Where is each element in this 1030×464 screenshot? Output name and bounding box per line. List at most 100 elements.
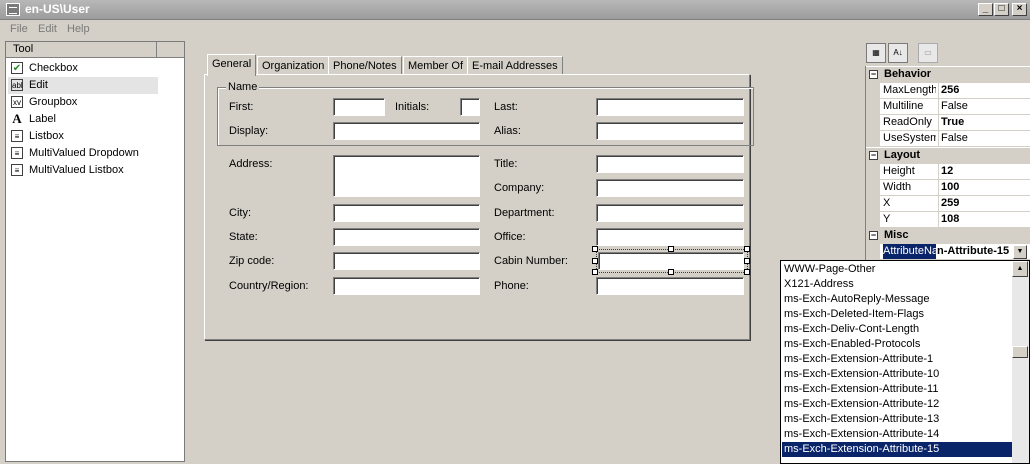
tab-organization[interactable]: Organization (257, 56, 330, 76)
property-value[interactable]: 259 (938, 196, 1030, 211)
menu-help[interactable]: Help (67, 23, 90, 35)
first-input[interactable] (333, 98, 385, 116)
display-input[interactable] (333, 122, 480, 140)
groupbox-icon: xv (11, 96, 23, 108)
property-value[interactable]: 100 (938, 180, 1030, 195)
dropdown-option[interactable]: WWW-Page-Other (782, 262, 1013, 277)
dropdown-scrollbar[interactable]: ▲ (1012, 261, 1029, 463)
property-row-usesystem[interactable]: UseSystem False (866, 131, 1030, 147)
address-input[interactable] (333, 155, 480, 197)
country-region-input[interactable] (333, 277, 480, 295)
resize-handle[interactable] (668, 246, 674, 252)
property-row-maxlength[interactable]: MaxLength 256 (866, 83, 1030, 99)
dropdown-arrow-icon[interactable]: ▼ (1013, 245, 1027, 259)
property-name: Y (883, 213, 891, 225)
tab-email-addresses[interactable]: E-mail Addresses (467, 56, 563, 76)
minimize-button[interactable]: _ (978, 3, 993, 16)
dropdown-option[interactable]: ms-Exch-Extension-Attribute-12 (782, 397, 1013, 412)
tool-item-listbox[interactable]: ≡ Listbox (8, 128, 158, 145)
collapse-icon[interactable]: − (869, 70, 878, 79)
category-behavior[interactable]: − Behavior (866, 67, 1030, 83)
tool-item-edit[interactable]: abl Edit (8, 77, 158, 94)
property-name: ReadOnly (883, 116, 932, 128)
property-row-width[interactable]: Width 100 (866, 180, 1030, 196)
dropdown-option[interactable]: ms-Exch-Extension-Attribute-10 (782, 367, 1013, 382)
state-input[interactable] (333, 228, 480, 246)
alias-input[interactable] (596, 122, 744, 140)
tool-item-groupbox[interactable]: xv Groupbox (8, 94, 158, 111)
last-input[interactable] (596, 98, 744, 116)
property-row-x[interactable]: X 259 (866, 196, 1030, 212)
tool-item-label: Checkbox (29, 62, 78, 74)
initials-input[interactable] (460, 98, 480, 116)
menu-file[interactable]: File (10, 23, 28, 35)
collapse-icon[interactable]: − (869, 231, 878, 240)
department-input[interactable] (596, 204, 744, 222)
property-pages-icon[interactable]: ▭ (918, 43, 938, 63)
dropdown-option[interactable]: ms-Exch-Extension-Attribute-13 (782, 412, 1013, 427)
categorized-view-icon[interactable]: ▦ (866, 43, 886, 63)
resize-handle[interactable] (744, 269, 750, 275)
company-input[interactable] (596, 179, 744, 197)
attribute-dropdown-list[interactable]: WWW-Page-Other X121-Address ms-Exch-AutoRe… (780, 260, 1030, 464)
dropdown-option[interactable]: ms-Exch-Extension-Attribute-15 (782, 442, 1013, 457)
resize-handle[interactable] (592, 246, 598, 252)
category-layout[interactable]: − Layout (866, 148, 1030, 164)
collapse-icon[interactable]: − (869, 151, 878, 160)
dropdown-option[interactable]: ms-Exch-Extension-Attribute-1 (782, 352, 1013, 367)
resize-handle[interactable] (592, 258, 598, 264)
property-value[interactable]: False (938, 131, 1030, 146)
resize-handle[interactable] (744, 258, 750, 264)
property-row-multiline[interactable]: Multiline False (866, 99, 1030, 115)
resize-handle[interactable] (668, 269, 674, 275)
resize-handle[interactable] (592, 269, 598, 275)
tab-member-of[interactable]: Member Of (403, 56, 469, 76)
resize-handle[interactable] (744, 246, 750, 252)
property-value[interactable]: 108 (938, 212, 1030, 227)
title-input[interactable] (596, 155, 744, 173)
maximize-button[interactable]: □ (994, 3, 1009, 16)
attributename-value-input[interactable]: n-Attribute-15 (937, 245, 1012, 259)
close-button[interactable]: × (1012, 3, 1027, 16)
city-input[interactable] (333, 204, 480, 222)
property-value[interactable]: False (938, 99, 1030, 114)
property-value[interactable]: 12 (938, 164, 1030, 179)
dropdown-option[interactable]: ms-Exch-Deleted-Item-Flags (782, 307, 1013, 322)
tool-item-checkbox[interactable]: ✔ Checkbox (8, 60, 158, 77)
dropdown-option[interactable]: ms-Exch-AutoReply-Message (782, 292, 1013, 307)
dropdown-option[interactable]: ms-Exch-Extension-Attribute-14 (782, 427, 1013, 442)
alias-label: Alias: (494, 125, 521, 137)
dropdown-option[interactable]: ms-Exch-Deliv-Cont-Length (782, 322, 1013, 337)
category-misc[interactable]: − Misc (866, 228, 1030, 244)
property-row-y[interactable]: Y 108 (866, 212, 1030, 228)
alphabetical-sort-icon[interactable]: A↓ (888, 43, 908, 63)
property-name: UseSystem (883, 132, 936, 144)
scroll-up-icon[interactable]: ▲ (1012, 261, 1028, 277)
phone-input[interactable] (596, 277, 744, 295)
property-value[interactable]: True (938, 115, 1030, 130)
tool-item-multivalued-listbox[interactable]: ≡ MultiValued Listbox (8, 162, 158, 179)
zip-code-input[interactable] (333, 252, 480, 270)
tool-item-multivalued-dropdown[interactable]: ≡ MultiValued Dropdown (8, 145, 158, 162)
menu-edit[interactable]: Edit (38, 23, 57, 35)
dropdown-option[interactable]: ms-Exch-Extension-Attribute-11 (782, 382, 1013, 397)
dropdown-option[interactable]: ms-Exch-Enabled-Protocols (782, 337, 1013, 352)
property-name: Height (883, 165, 915, 177)
property-name: MaxLength (883, 84, 936, 96)
office-input[interactable] (596, 228, 744, 246)
menu-bar: File Edit Help (0, 20, 1030, 40)
property-value[interactable]: 256 (938, 83, 1030, 98)
tab-phone-notes[interactable]: Phone/Notes (328, 56, 402, 76)
dropdown-option[interactable]: X121-Address (782, 277, 1013, 292)
tool-column-header[interactable]: Tool (6, 42, 184, 58)
tool-item-label[interactable]: A Label (8, 111, 158, 128)
scroll-thumb[interactable] (1012, 346, 1028, 358)
tool-item-label: MultiValued Listbox (29, 164, 124, 176)
property-row-height[interactable]: Height 12 (866, 164, 1030, 180)
tab-general[interactable]: General (207, 54, 257, 76)
city-label: City: (229, 207, 251, 219)
tool-item-label: MultiValued Dropdown (29, 147, 139, 159)
property-row-readonly[interactable]: ReadOnly True (866, 115, 1030, 131)
zip-code-label: Zip code: (229, 255, 275, 267)
display-label: Display: (229, 125, 269, 137)
